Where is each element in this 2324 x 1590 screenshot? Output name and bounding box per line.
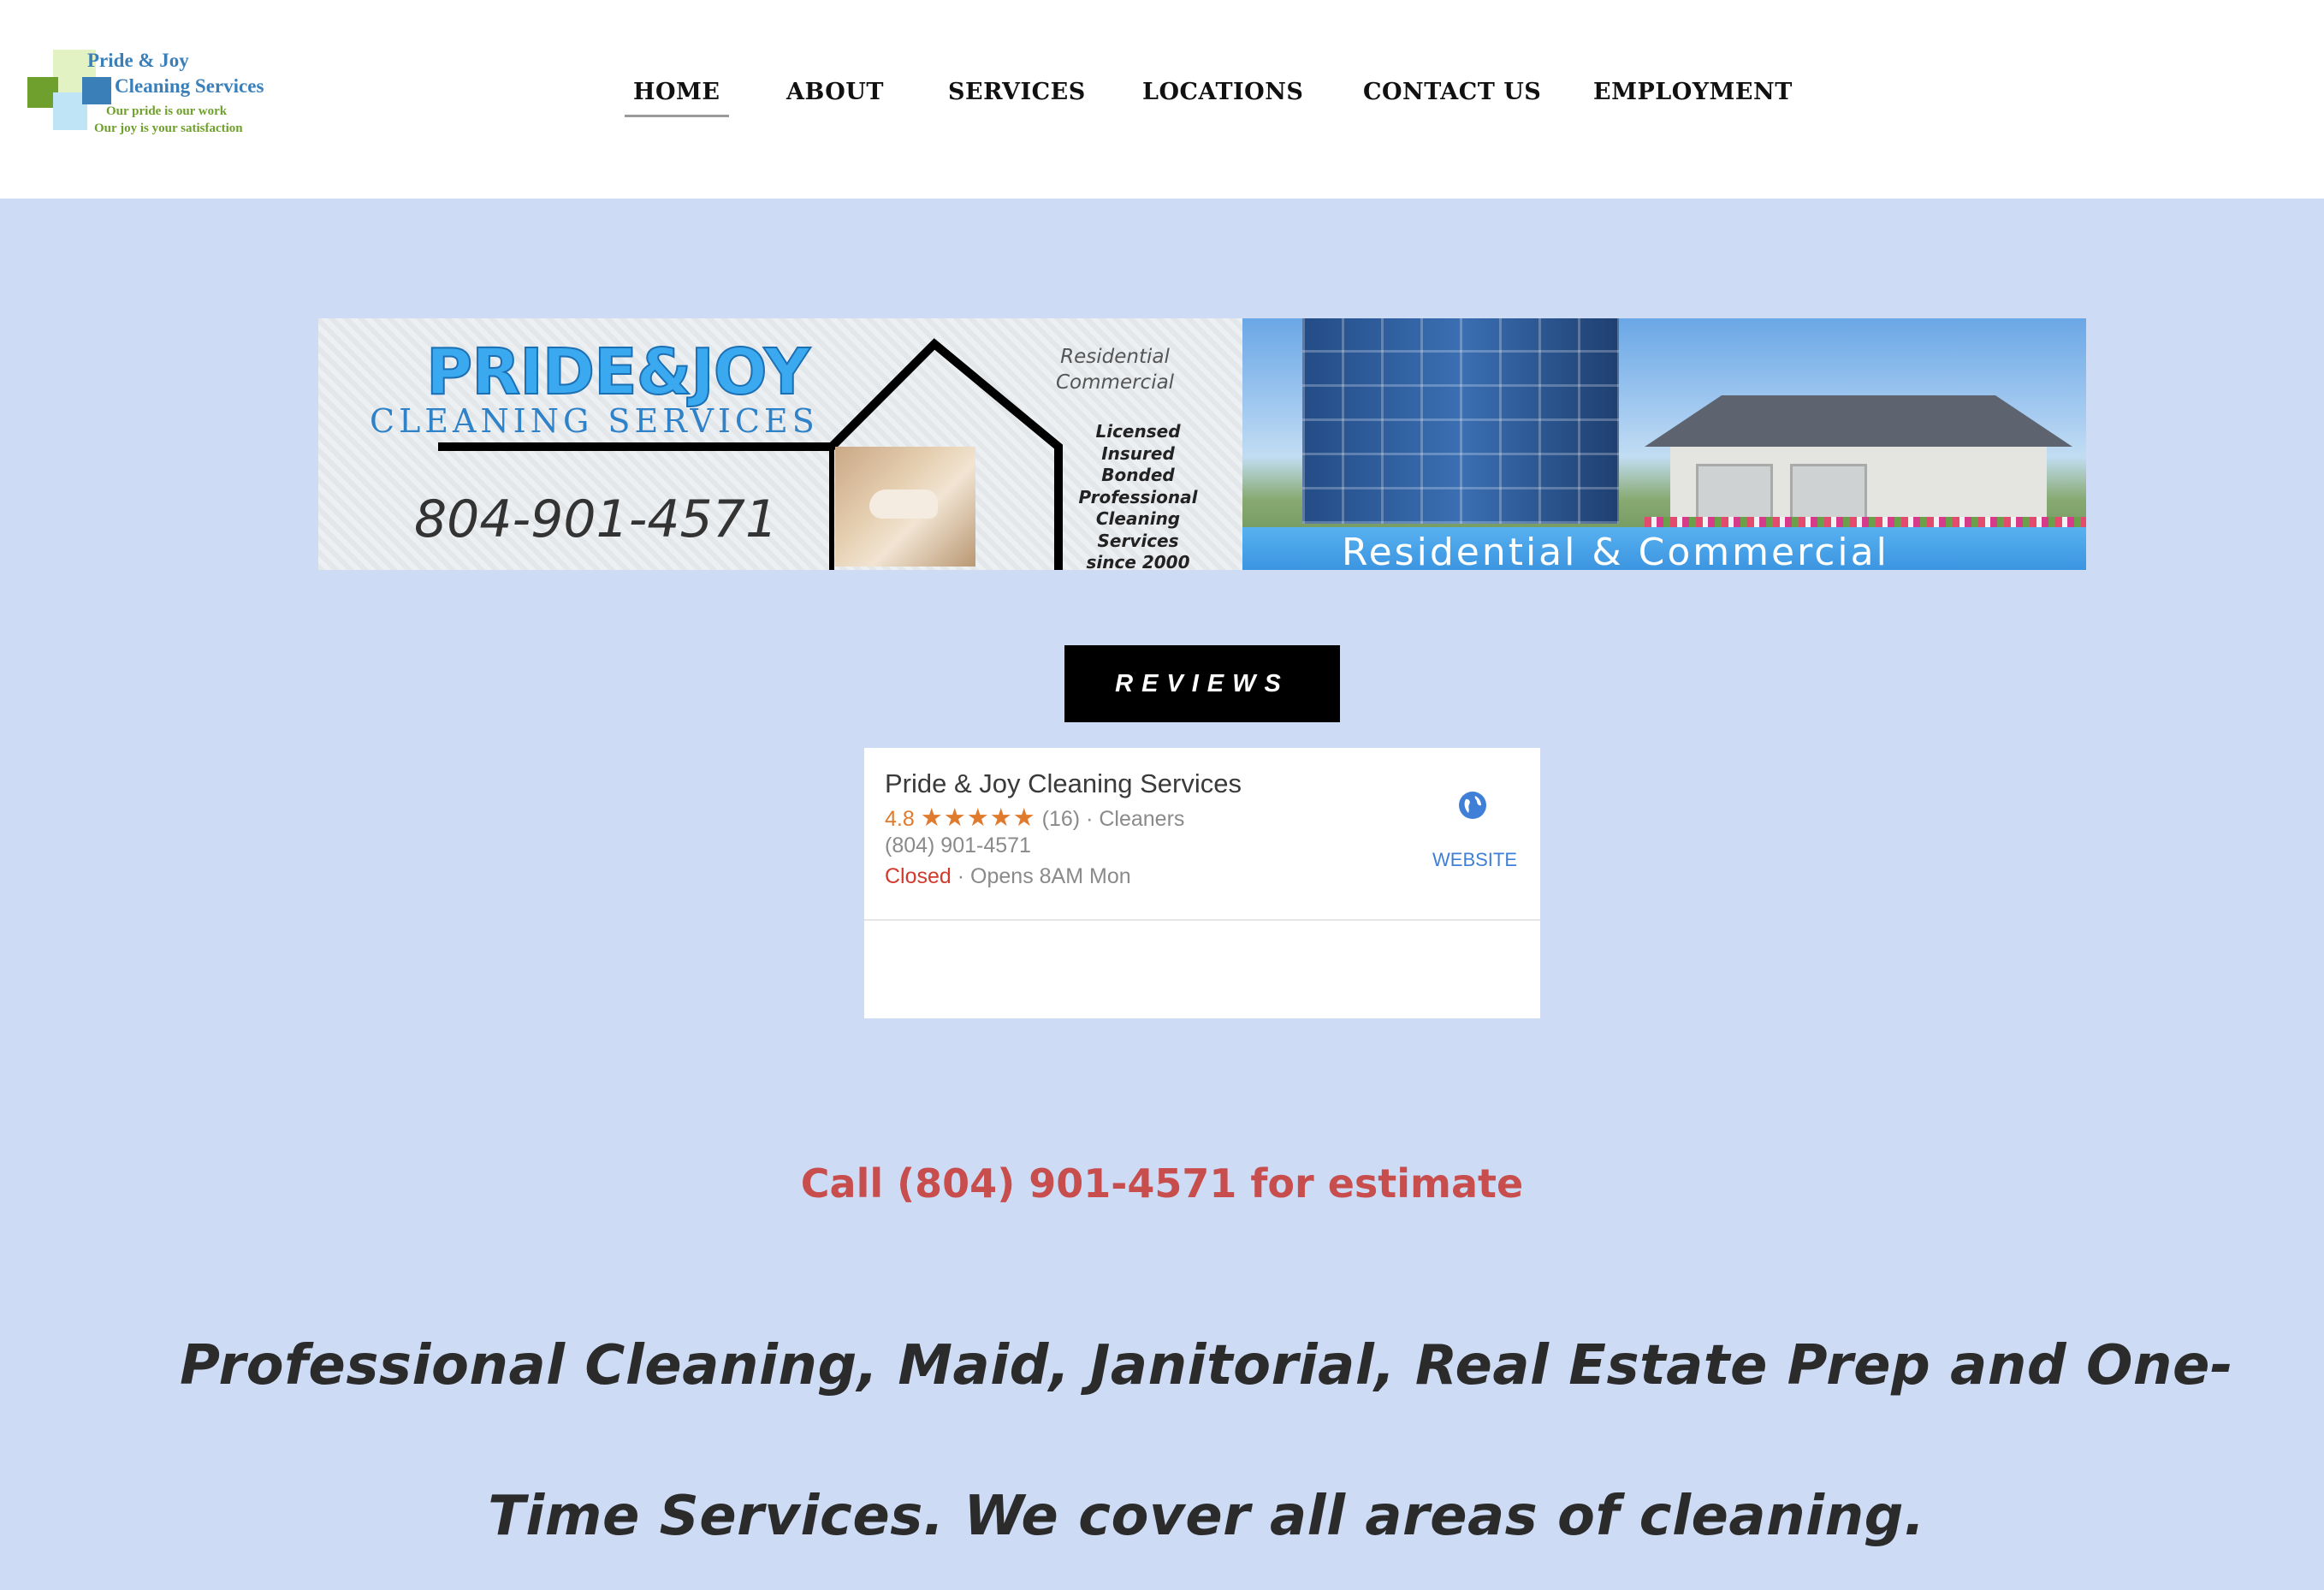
banner-photo-panel: Residential & Commercial — [1242, 318, 2086, 570]
house-image — [1645, 395, 2072, 524]
reviews-button[interactable]: REVIEWS — [1064, 645, 1340, 722]
nav-contact-us[interactable]: CONTACT US — [1363, 79, 1541, 105]
rating-row: 4.8 ★★★★★ (16) · Cleaners — [885, 803, 1184, 833]
logo-tagline2: Our joy is your satisfaction — [94, 122, 243, 135]
banner-caption: Residential & Commercial — [1342, 531, 1889, 570]
star-rating-icon: ★★★★★ — [920, 804, 1036, 832]
office-building-image — [1302, 318, 1619, 524]
nav-home[interactable]: HOME — [625, 79, 728, 117]
business-category: · Cleaners — [1086, 807, 1185, 831]
cat-shape — [869, 489, 938, 519]
website-link[interactable]: WEBSITE — [1432, 849, 1517, 871]
main-nav: HOME ABOUT SERVICES LOCATIONS CONTACT US… — [0, 79, 2324, 117]
banner-type-commercial: Commercial — [1056, 371, 1175, 394]
banner-phone: 804-901-4571 — [414, 489, 779, 549]
nav-employment[interactable]: EMPLOYMENT — [1593, 79, 1793, 105]
banner-type-residential: Residential — [1060, 346, 1170, 368]
call-for-estimate: Call (804) 901-4571 for estimate — [800, 1160, 1524, 1207]
site-header: Pride & Joy Cleaning Services Our pride … — [0, 0, 2324, 199]
credential-bonded: Bonded — [1101, 465, 1175, 485]
services-headline: Professional Cleaning, Maid, Janitorial,… — [180, 1334, 2233, 1548]
credential-insured: Insured — [1101, 442, 1175, 464]
nav-about[interactable]: ABOUT — [786, 79, 884, 105]
banner-types: Residential Commercial — [1056, 344, 1174, 395]
google-review-card[interactable]: Pride & Joy Cleaning Services 4.8 ★★★★★ … — [864, 748, 1540, 1018]
globe-icon[interactable] — [1458, 791, 1487, 820]
logo-text-line1: Pride & Joy — [87, 50, 189, 71]
hero-banner: PRIDE&JOY CLEANING SERVICES 804-901-4571… — [318, 318, 2086, 570]
card-divider — [864, 919, 1540, 921]
banner-credentials: Licensed Insured Bonded Professional Cle… — [1052, 421, 1224, 570]
business-name: Pride & Joy Cleaning Services — [885, 768, 1242, 798]
rating-score: 4.8 — [885, 807, 915, 831]
credential-cleaning-services: Cleaning Services — [1095, 508, 1181, 551]
business-phone: (804) 901-4571 — [885, 834, 1031, 857]
banner-brand-panel: PRIDE&JOY CLEANING SERVICES 804-901-4571… — [318, 318, 1242, 570]
cat-photo — [835, 447, 975, 567]
review-count: (16) — [1041, 807, 1081, 831]
nav-services[interactable]: SERVICES — [948, 79, 1086, 105]
banner-caption-bar: Residential & Commercial — [1242, 527, 2086, 570]
status-closed: Closed — [885, 864, 952, 888]
nav-locations[interactable]: LOCATIONS — [1142, 79, 1303, 105]
opening-hours: · Opens 8AM Mon — [957, 864, 1131, 888]
hours-status-row: Closed · Opens 8AM Mon — [885, 864, 1131, 889]
credential-licensed: Licensed — [1095, 421, 1181, 442]
credential-since: since 2000 — [1086, 552, 1190, 570]
credential-professional: Professional — [1078, 486, 1198, 507]
